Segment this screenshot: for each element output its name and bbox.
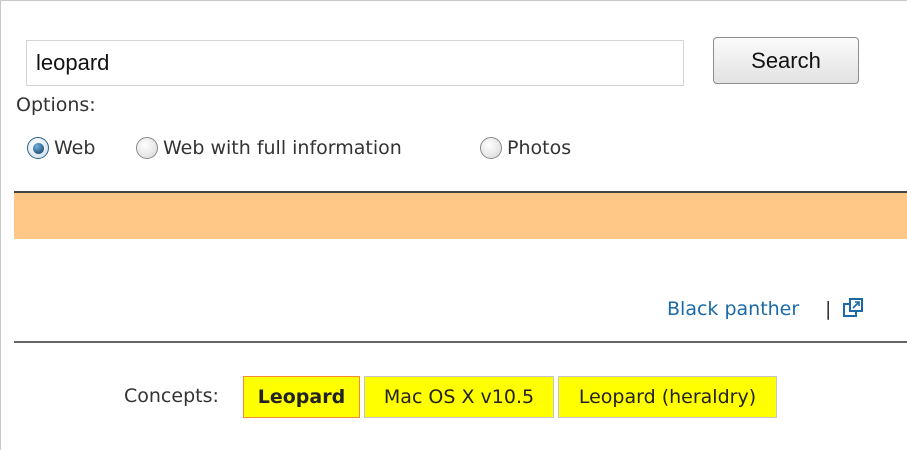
search-input[interactable] (26, 40, 684, 86)
concept-mac-os-x[interactable]: Mac OS X v10.5 (364, 376, 554, 418)
radio-label-web: Web (54, 137, 96, 159)
radio-checked-icon[interactable] (27, 137, 49, 159)
related-link-black-panther[interactable]: Black panther (667, 298, 799, 320)
frame-border-top (0, 0, 907, 1)
concept-leopard[interactable]: Leopard (243, 376, 360, 418)
radio-dot-icon (32, 142, 44, 154)
radio-option-web[interactable]: Web (27, 131, 95, 165)
concept-leopard-heraldry[interactable]: Leopard (heraldry) (558, 376, 777, 418)
radio-unchecked-icon[interactable] (136, 137, 158, 159)
external-link-icon[interactable] (842, 297, 864, 319)
search-button[interactable]: Search (713, 37, 859, 84)
radio-label-photos: Photos (507, 137, 572, 159)
radio-option-photos[interactable]: Photos (480, 131, 571, 165)
options-label: Options: (16, 94, 96, 116)
radio-option-web-full-information[interactable]: Web with full information (136, 131, 402, 165)
concepts-divider (14, 341, 907, 343)
radio-unchecked-icon[interactable] (480, 137, 502, 159)
link-separator: | (825, 298, 832, 320)
frame-border-left (0, 0, 1, 450)
concepts-label: Concepts: (124, 385, 219, 407)
radio-label-web-full-information: Web with full information (163, 137, 402, 159)
results-header-band (14, 193, 907, 239)
